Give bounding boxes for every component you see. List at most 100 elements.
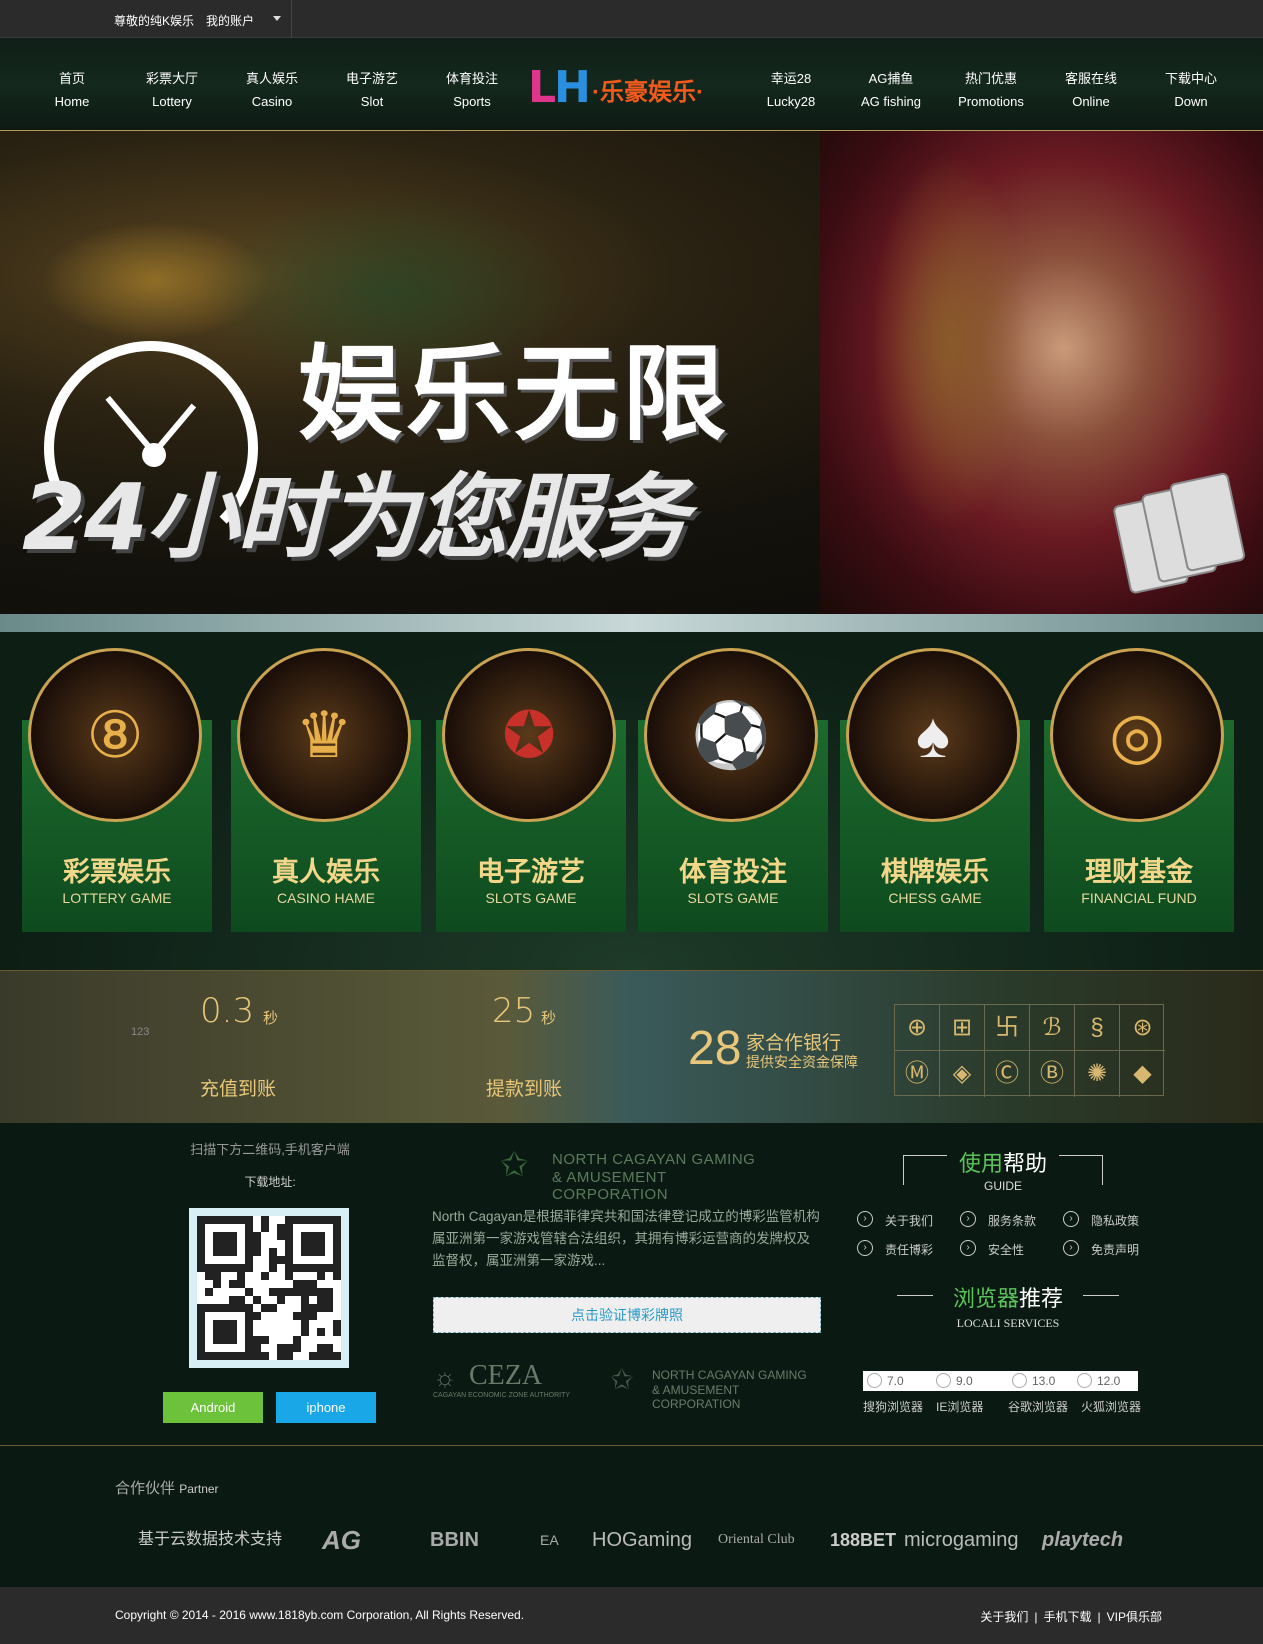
game-card-casino[interactable]: ♛ 真人娱乐 CASINO HAME: [231, 632, 421, 932]
qr-module: [301, 1312, 309, 1320]
qr-module: [269, 1248, 277, 1256]
qr-module: [325, 1304, 333, 1312]
game-card-chess[interactable]: ♠ 棋牌娱乐 CHESS GAME: [840, 632, 1030, 932]
nav-item-home[interactable]: 首页 Home: [22, 67, 122, 113]
qr-module: [197, 1344, 205, 1352]
game-card-sports[interactable]: ⚽ 体育投注 SLOTS GAME: [638, 632, 828, 932]
qr-module: [333, 1224, 341, 1232]
browser-name-chrome[interactable]: 谷歌浏览器: [1008, 1398, 1068, 1415]
nav-item-lottery[interactable]: 彩票大厅 Lottery: [122, 67, 222, 113]
qr-module: [253, 1296, 261, 1304]
footer-link-mobile[interactable]: 手机下载: [1044, 1610, 1092, 1624]
qr-module: [309, 1352, 317, 1360]
qr-module: [197, 1320, 205, 1328]
qr-module: [245, 1336, 253, 1344]
nav-item-ag-fishing[interactable]: AG捕鱼 AG fishing: [841, 67, 941, 113]
nav-label-en: Home: [54, 94, 90, 109]
link-disclaimer[interactable]: 免责声明: [1091, 1241, 1139, 1258]
game-card-lottery[interactable]: ⑧ 彩票娱乐 LOTTERY GAME: [22, 632, 212, 932]
partner-microgaming[interactable]: microgaming: [904, 1520, 1018, 1560]
partner-bbin[interactable]: BBIN: [430, 1520, 479, 1560]
partner-hogaming[interactable]: HOGaming: [592, 1520, 692, 1560]
nav-item-casino[interactable]: 真人娱乐 Casino: [222, 67, 322, 113]
qr-module: [261, 1224, 269, 1232]
footer-link-vip[interactable]: VIP俱乐部: [1107, 1610, 1162, 1624]
qr-module: [325, 1352, 333, 1360]
link-about-us[interactable]: 关于我们: [885, 1212, 933, 1229]
nav-item-slot[interactable]: 电子游艺 Slot: [322, 67, 422, 113]
footer-link-about[interactable]: 关于我们: [980, 1610, 1028, 1624]
nav-item-sports[interactable]: 体育投注 Sports: [422, 67, 522, 113]
browser-subtitle: LOCALI SERVICES: [956, 1316, 1060, 1330]
star-icon: ✩: [610, 1364, 634, 1395]
hero-banner[interactable]: 娱乐无限 24小时为您服务: [0, 131, 1263, 614]
ceza-subtext: CAGAYAN ECONOMIC ZONE AUTHORITY: [433, 1392, 571, 1399]
qr-module: [213, 1328, 221, 1336]
account-menu[interactable]: 我的账户: [206, 12, 254, 29]
chevron-down-icon[interactable]: [273, 16, 281, 21]
withdraw-label: 提款到账: [486, 1079, 563, 1100]
qr-module: [245, 1312, 253, 1320]
nav-item-download[interactable]: 下载中心 Down: [1141, 67, 1241, 113]
nav-item-online[interactable]: 客服在线 Online: [1041, 67, 1141, 113]
nav-item-lucky28[interactable]: 幸运28 Lucky28: [741, 67, 841, 113]
browser-version-firefox[interactable]: 12.0: [1073, 1371, 1141, 1391]
browser-name-sogou[interactable]: 搜狗浏览器: [863, 1398, 923, 1415]
link-responsible-gaming[interactable]: 责任博彩: [885, 1241, 933, 1258]
browser-version-ie[interactable]: 9.0: [932, 1371, 1000, 1391]
nav-label-en: Sports: [453, 94, 491, 109]
qr-module: [301, 1304, 309, 1312]
chevron-right-icon: ›: [960, 1211, 976, 1227]
copyright-bar: Copyright © 2014 - 2016 www.1818yb.com C…: [0, 1587, 1263, 1644]
browser-name-firefox[interactable]: 火狐浏览器: [1081, 1398, 1141, 1415]
partner-ea[interactable]: EA: [540, 1520, 559, 1560]
partner-playtech[interactable]: playtech: [1042, 1520, 1123, 1560]
guide-title-green: 使用: [958, 1151, 1003, 1176]
browser-name-ie[interactable]: IE浏览器: [936, 1398, 983, 1415]
browser-version-chrome[interactable]: 13.0: [1008, 1371, 1076, 1391]
game-card-slots[interactable]: ✪ 电子游艺 SLOTS GAME: [436, 632, 626, 932]
qr-module: [229, 1248, 237, 1256]
link-security[interactable]: 安全性: [988, 1241, 1024, 1258]
qr-module: [245, 1264, 253, 1272]
game-card-fund[interactable]: ◎ 理财基金 FINANCIAL FUND: [1044, 632, 1234, 932]
link-terms[interactable]: 服务条款: [988, 1212, 1036, 1229]
game-image: ♛: [237, 648, 411, 822]
link-privacy[interactable]: 隐私政策: [1091, 1212, 1139, 1229]
qr-module: [205, 1272, 213, 1280]
qr-module: [333, 1232, 341, 1240]
qr-module: [285, 1256, 293, 1264]
partner-188bet[interactable]: 188BET: [830, 1520, 896, 1560]
qr-module: [213, 1320, 221, 1328]
withdraw-time-value: 25: [492, 991, 536, 1031]
partner-ag[interactable]: AG: [322, 1520, 361, 1560]
partner-oriental-club[interactable]: Oriental Club: [718, 1520, 795, 1560]
game-subtitle: SLOTS GAME: [485, 890, 577, 906]
guide-title-white: 帮助: [1003, 1151, 1048, 1176]
nav-label-en: Online: [1072, 94, 1110, 109]
site-logo[interactable]: LH ·乐豪娱乐·: [528, 62, 738, 113]
qr-module: [277, 1232, 285, 1240]
qr-module: [245, 1304, 253, 1312]
partner-gecyber[interactable]: 基于云数据技术支持: [138, 1520, 282, 1560]
browser-version-sogou[interactable]: 7.0: [863, 1371, 931, 1391]
guide-subtitle: GUIDE: [983, 1179, 1022, 1193]
withdraw-time-unit: 秒: [541, 1010, 557, 1027]
iphone-download-button[interactable]: iphone: [276, 1392, 376, 1423]
qr-module: [229, 1232, 237, 1240]
qr-module: [237, 1304, 245, 1312]
android-download-button[interactable]: Android: [163, 1392, 263, 1423]
ncgac-logo: ✩ NORTH CAGAYAN GAMING & AMUSEMENT CORPO…: [500, 1145, 760, 1203]
nav-item-promotions[interactable]: 热门优惠 Promotions: [941, 67, 1041, 113]
qr-module: [221, 1232, 229, 1240]
qr-module: [197, 1264, 205, 1272]
citic-icon: Ⓒ: [985, 1051, 1030, 1097]
qr-module: [253, 1232, 261, 1240]
nav-label-cn: 客服在线: [1064, 71, 1117, 86]
sogou-icon: [867, 1373, 882, 1388]
game-subtitle: CASINO HAME: [276, 890, 375, 906]
nav-label-en: Lottery: [152, 94, 192, 109]
verify-license-button[interactable]: 点击验证博彩牌照: [433, 1297, 821, 1333]
qr-module: [197, 1248, 205, 1256]
qr-module: [229, 1320, 237, 1328]
